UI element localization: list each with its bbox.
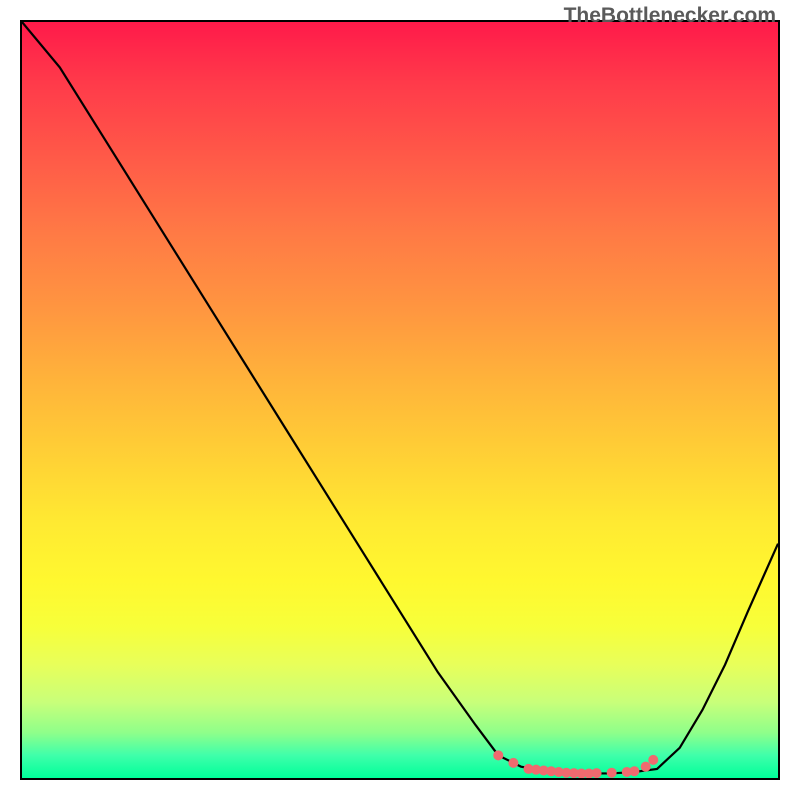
attribution-text: TheBottlenecker.com bbox=[564, 4, 776, 28]
highlight-dot bbox=[641, 762, 651, 772]
curve-svg bbox=[22, 22, 778, 778]
plot-area bbox=[22, 22, 778, 778]
highlight-dot bbox=[592, 768, 602, 778]
highlight-dot bbox=[629, 766, 639, 776]
highlight-dot bbox=[648, 755, 658, 765]
highlight-dot bbox=[493, 750, 503, 760]
highlight-dot bbox=[508, 758, 518, 768]
highlight-dot bbox=[607, 768, 617, 778]
bottleneck-curve bbox=[22, 22, 778, 773]
